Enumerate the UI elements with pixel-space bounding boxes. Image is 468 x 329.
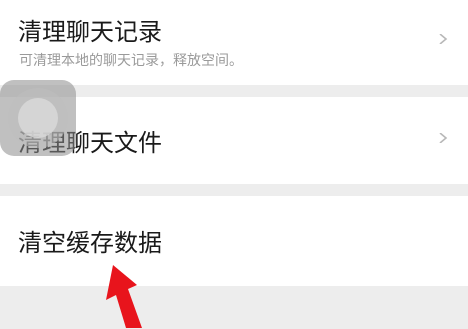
clear-cache-data-row[interactable]: 清空缓存数据 bbox=[0, 196, 468, 286]
clear-cache-data-label: 清空缓存数据 bbox=[18, 229, 162, 257]
chevron-right-icon bbox=[439, 34, 448, 44]
chevron-right-icon bbox=[439, 133, 448, 143]
clear-chat-history-description: 可清理本地的聊天记录，释放空间。 bbox=[19, 53, 243, 69]
assistive-touch-button[interactable] bbox=[0, 80, 76, 156]
clear-chat-history-label: 清理聊天记录 bbox=[18, 18, 162, 46]
annotation-arrow-icon bbox=[106, 265, 142, 328]
assistive-touch-core bbox=[18, 98, 58, 138]
clear-chat-history-row[interactable]: 清理聊天记录 可清理本地的聊天记录，释放空间。 bbox=[0, 0, 468, 85]
